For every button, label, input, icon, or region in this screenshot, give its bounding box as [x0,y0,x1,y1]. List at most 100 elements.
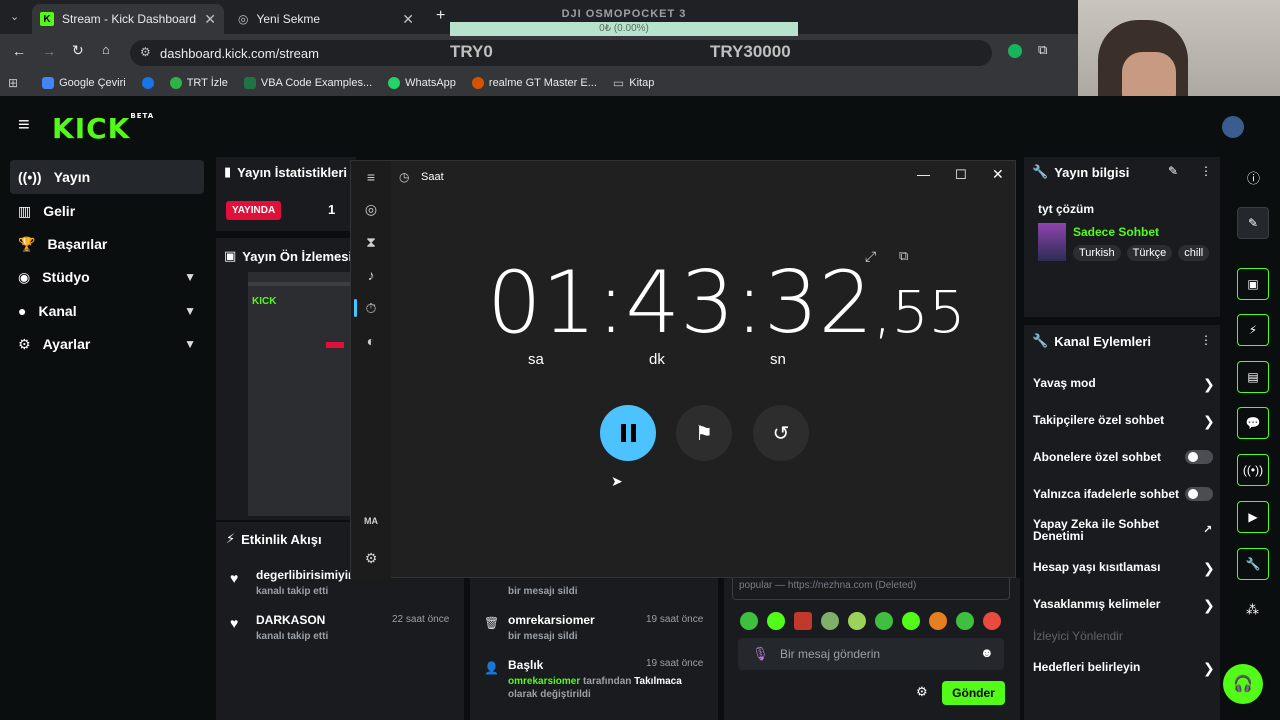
rail-chat-button[interactable]: 💬 [1237,407,1269,439]
pause-button[interactable] [600,405,656,461]
emote-icon[interactable] [902,612,920,630]
support-button[interactable]: 🎧 [1223,664,1263,704]
gear-icon: ⚙ [18,335,31,352]
stopwatch-icon[interactable]: ⏱ [363,300,379,316]
sidebar-item-yayin[interactable]: ((•)) Yayın [10,160,204,194]
emoji-icon[interactable]: ☻ [980,645,994,660]
reload-icon[interactable]: ↻ [72,42,84,59]
settings-gear-icon[interactable]: ⚙ [363,550,379,566]
world-clock-icon[interactable]: ◐ [363,333,379,349]
hourglass-icon[interactable]: ⧗ [363,234,379,250]
emote-icon[interactable] [767,612,785,630]
activity-user[interactable]: DARKASON [256,613,325,627]
rail-wrench-button[interactable]: 🔧 [1237,548,1269,580]
rail-notes-button[interactable]: ▤ [1237,361,1269,393]
stream-info-panel: 🔧 Yayın bilgisi ✎ ⋮ tyt çözüm Sadece Sohb… [1024,157,1220,317]
emote-icon[interactable] [875,612,893,630]
rail-qr-button[interactable]: ▣ [1237,268,1269,300]
focus-timer-icon[interactable]: ◎ [363,201,379,217]
tab-close-icon[interactable]: ✕ [402,11,414,28]
bookmark-item[interactable]: ▭ Kitap [613,76,654,90]
maximize-icon[interactable]: ☐ [955,167,967,183]
stream-preview-video[interactable]: KICK [248,272,356,516]
action-account-age[interactable]: Hesap yaşı kısıtlaması ❯ [1033,560,1215,576]
emote-icon[interactable] [983,612,1001,630]
emote-icon[interactable] [740,612,758,630]
sidebar-item-basarilar[interactable]: 🏆 Başarılar [10,227,204,261]
emote-only-toggle[interactable] [1185,487,1213,501]
bolt-icon: ⚡ [226,531,236,546]
live-badge: YAYINDA [226,201,282,220]
subscribers-only-toggle[interactable] [1185,450,1213,464]
tab-close-icon[interactable]: ✕ [204,11,216,28]
microphone-icon[interactable]: 🎙 [752,646,769,662]
emote-icon[interactable] [929,612,947,630]
rail-video-button[interactable]: ▶ [1237,501,1269,533]
bookmark-item[interactable] [141,77,154,89]
heart-icon: ♥ [230,615,239,631]
pencil-icon: ✎ [1247,216,1259,230]
alarm-bell-icon[interactable]: ♪ [363,267,379,283]
action-emote-only[interactable]: Yalnızca ifadelerle sohbet [1033,487,1213,501]
more-options-icon[interactable]: ⋮ [1200,164,1212,178]
stopwatch-display: 01 : 43 : 32 ,55 [487,253,966,362]
action-followers-only[interactable]: Takipçilere özel sohbet ❯ [1033,413,1215,429]
sidebar-item-ayarlar[interactable]: ⚙ Ayarlar ▼ [10,327,204,361]
action-ai-moderation[interactable]: Yapay Zeka ile Sohbet Denetimi ↗ [1033,518,1212,542]
mod-user[interactable]: omrekarsiomer [508,613,595,627]
emote-icon[interactable] [794,612,812,630]
close-window-icon[interactable]: ✕ [992,166,1004,183]
edit-layout-button[interactable]: ✎ [1237,207,1269,239]
profile-avatar[interactable] [1222,116,1244,138]
new-tab-button[interactable]: + [436,7,445,25]
tab-label: Yeni Sekme [256,12,321,26]
site-info-icon[interactable]: ⚙ [140,45,151,59]
apps-grid-icon[interactable]: ⊞ [8,76,18,90]
stopwatch-seconds: 32 [763,253,874,353]
chat-placeholder: Bir mesaj gönderin [780,647,881,661]
action-subscribers-only[interactable]: Abonelere özel sohbet [1033,450,1213,464]
reset-button[interactable]: ↺ [753,405,809,461]
chat-settings-icon[interactable]: ⚙ [916,684,928,700]
sidebar-item-studyo[interactable]: ◉ Stüdyo ▼ [10,260,204,294]
extensions-icon[interactable]: ⧉ [1038,42,1047,58]
action-slow-mode[interactable]: Yavaş mod ❯ [1033,376,1215,392]
action-set-goals[interactable]: Hedefleri belirleyin ❯ [1033,660,1215,676]
sidebar-item-gelir[interactable]: ▥ Gelir [10,194,204,228]
bookmark-item[interactable]: Google Çeviri [42,77,126,89]
info-icon[interactable]: ⓘ [1247,168,1260,187]
wrench-icon: 🔧 [1032,333,1049,348]
emote-icon[interactable] [821,612,839,630]
forward-icon[interactable]: → [42,43,56,59]
kick-logo[interactable]: KICKBETA [52,112,154,145]
emote-icon[interactable] [956,612,974,630]
home-icon[interactable]: ⌂ [102,42,110,57]
nodes-icon[interactable]: ⁂ [1246,602,1259,618]
rail-bolt-button[interactable]: ⚡ [1237,314,1269,346]
back-icon[interactable]: ← [12,43,26,59]
action-banned-words[interactable]: Yasaklanmış kelimeler ❯ [1033,597,1215,613]
bookmark-item[interactable]: TRT İzle [169,77,228,89]
edit-icon[interactable]: ✎ [1168,164,1178,178]
bookmark-item[interactable]: WhatsApp [388,77,456,89]
sidebar-item-kanal[interactable]: ● Kanal ▼ [10,294,204,328]
user-icon: ● [18,303,27,319]
tab-kick-dashboard[interactable]: K Stream - Kick Dashboard ✕ [32,4,224,34]
activity-user[interactable]: degerlibirisimiyim [256,568,359,582]
emote-icon[interactable] [848,612,866,630]
bookmark-item[interactable]: realme GT Master E... [471,77,597,89]
hamburger-icon[interactable]: ≡ [363,169,379,185]
more-options-icon[interactable]: ⋮ [1200,333,1212,347]
tab-search-icon[interactable]: ⌄ [10,10,19,23]
rail-broadcast-button[interactable]: ((•)) [1237,454,1269,486]
lap-button[interactable]: ⚑ [676,405,732,461]
minimize-icon[interactable]: — [917,167,930,182]
menu-icon[interactable]: ≡ [18,114,30,137]
category-name[interactable]: Sadece Sohbet [1073,225,1159,239]
send-button[interactable]: Gönder [942,681,1005,705]
chat-input[interactable]: 🎙 Bir mesaj gönderin ☻ [738,638,1004,670]
bookmark-item[interactable]: VBA Code Examples... [243,77,372,89]
tab-new-tab[interactable]: ◎ Yeni Sekme ✕ [230,4,422,34]
account-avatar[interactable]: MA [362,516,380,532]
grammarly-extension-icon[interactable] [1008,44,1022,58]
